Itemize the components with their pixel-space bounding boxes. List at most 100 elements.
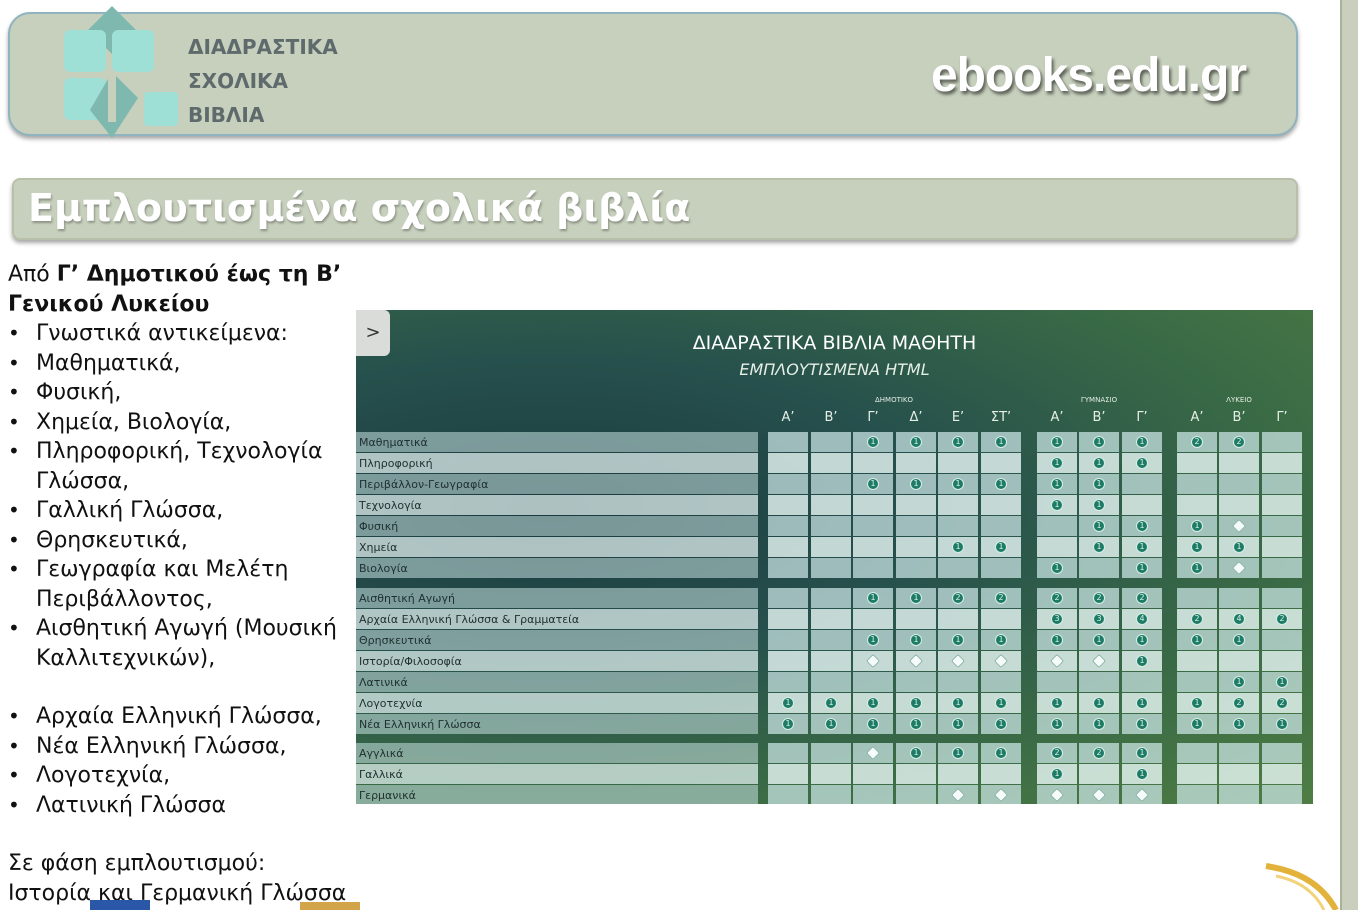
book-count-mark[interactable]: 1: [1093, 499, 1105, 511]
book-count-mark[interactable]: 1: [952, 697, 964, 709]
book-count-mark[interactable]: 1: [1093, 634, 1105, 646]
book-count-mark[interactable]: 1: [1051, 436, 1063, 448]
book-count-mark[interactable]: 1: [782, 697, 794, 709]
book-count-mark[interactable]: 2: [995, 592, 1007, 604]
book-count-mark[interactable]: 1: [1233, 676, 1245, 688]
book-count-mark[interactable]: 1: [867, 436, 879, 448]
book-count-mark[interactable]: 1: [995, 718, 1007, 730]
book-count-mark[interactable]: 1: [1136, 541, 1148, 553]
book-count-mark[interactable]: 1: [910, 592, 922, 604]
book-count-mark[interactable]: 2: [1136, 592, 1148, 604]
book-count-mark[interactable]: 1: [910, 634, 922, 646]
book-count-mark[interactable]: 1: [1136, 655, 1148, 667]
book-count-mark[interactable]: 2: [1191, 436, 1203, 448]
book-count-mark[interactable]: 2: [1276, 613, 1288, 625]
book-count-mark[interactable]: 2: [1051, 747, 1063, 759]
book-count-mark[interactable]: 2: [1191, 613, 1203, 625]
book-count-mark[interactable]: 1: [1233, 718, 1245, 730]
pending-mark-icon[interactable]: [1231, 560, 1247, 576]
book-count-mark[interactable]: 1: [1093, 697, 1105, 709]
book-count-mark[interactable]: 4: [1136, 613, 1148, 625]
book-count-mark[interactable]: 1: [1093, 718, 1105, 730]
book-count-mark[interactable]: 1: [1276, 676, 1288, 688]
book-count-mark[interactable]: 1: [1051, 562, 1063, 574]
book-count-mark[interactable]: 1: [1051, 634, 1063, 646]
book-count-mark[interactable]: 1: [1136, 436, 1148, 448]
book-count-mark[interactable]: 1: [1136, 634, 1148, 646]
book-count-mark[interactable]: 3: [1051, 613, 1063, 625]
book-count-mark[interactable]: 1: [1191, 520, 1203, 532]
book-count-mark[interactable]: 1: [910, 697, 922, 709]
book-count-mark[interactable]: 3: [1093, 613, 1105, 625]
book-count-mark[interactable]: 1: [867, 634, 879, 646]
book-count-mark[interactable]: 1: [995, 747, 1007, 759]
book-count-mark[interactable]: 2: [1233, 697, 1245, 709]
book-count-mark[interactable]: 1: [1136, 718, 1148, 730]
book-count-mark[interactable]: 1: [1233, 541, 1245, 553]
book-count-mark[interactable]: 1: [952, 747, 964, 759]
book-count-mark[interactable]: 1: [910, 478, 922, 490]
book-count-mark[interactable]: 1: [1276, 718, 1288, 730]
book-count-mark[interactable]: 1: [952, 718, 964, 730]
pending-mark-icon[interactable]: [1231, 518, 1247, 534]
pending-mark-icon[interactable]: [1134, 787, 1150, 803]
book-count-mark[interactable]: 1: [782, 718, 794, 730]
book-count-mark[interactable]: 1: [867, 697, 879, 709]
site-url-link[interactable]: ebooks.edu.gr: [931, 48, 1247, 103]
book-count-mark[interactable]: 1: [952, 541, 964, 553]
pending-mark-icon[interactable]: [865, 745, 881, 761]
book-count-mark[interactable]: 1: [867, 592, 879, 604]
book-count-mark[interactable]: 1: [995, 697, 1007, 709]
book-count-mark[interactable]: 1: [1051, 457, 1063, 469]
book-count-mark[interactable]: 1: [910, 718, 922, 730]
book-count-mark[interactable]: 1: [952, 478, 964, 490]
book-count-mark[interactable]: 1: [1051, 768, 1063, 780]
book-count-mark[interactable]: 4: [1233, 613, 1245, 625]
book-count-mark[interactable]: 1: [1233, 634, 1245, 646]
pending-mark-icon[interactable]: [950, 787, 966, 803]
book-count-mark[interactable]: 1: [995, 541, 1007, 553]
book-count-mark[interactable]: 1: [1136, 562, 1148, 574]
book-count-mark[interactable]: 1: [910, 747, 922, 759]
book-count-mark[interactable]: 1: [1051, 499, 1063, 511]
pending-mark-icon[interactable]: [1091, 787, 1107, 803]
pending-mark-icon[interactable]: [950, 653, 966, 669]
book-count-mark[interactable]: 1: [995, 436, 1007, 448]
book-count-mark[interactable]: 1: [1136, 697, 1148, 709]
book-count-mark[interactable]: 1: [1093, 436, 1105, 448]
book-count-mark[interactable]: 2: [1276, 697, 1288, 709]
book-count-mark[interactable]: 1: [1093, 457, 1105, 469]
book-count-mark[interactable]: 2: [1093, 747, 1105, 759]
book-count-mark[interactable]: 1: [1191, 634, 1203, 646]
book-count-mark[interactable]: 1: [1191, 562, 1203, 574]
book-count-mark[interactable]: 1: [1093, 478, 1105, 490]
book-count-mark[interactable]: 1: [1136, 768, 1148, 780]
book-count-mark[interactable]: 1: [910, 436, 922, 448]
book-count-mark[interactable]: 1: [825, 718, 837, 730]
pending-mark-icon[interactable]: [993, 653, 1009, 669]
book-count-mark[interactable]: 1: [952, 436, 964, 448]
book-count-mark[interactable]: 2: [1051, 592, 1063, 604]
pending-mark-icon[interactable]: [865, 653, 881, 669]
book-count-mark[interactable]: 2: [1233, 436, 1245, 448]
pending-mark-icon[interactable]: [908, 653, 924, 669]
book-count-mark[interactable]: 1: [1191, 541, 1203, 553]
book-count-mark[interactable]: 1: [995, 634, 1007, 646]
book-count-mark[interactable]: 1: [952, 634, 964, 646]
book-count-mark[interactable]: 1: [1093, 520, 1105, 532]
book-count-mark[interactable]: 1: [867, 478, 879, 490]
book-count-mark[interactable]: 1: [825, 697, 837, 709]
book-count-mark[interactable]: 1: [1136, 457, 1148, 469]
book-count-mark[interactable]: 1: [1136, 520, 1148, 532]
book-count-mark[interactable]: 1: [1191, 718, 1203, 730]
pending-mark-icon[interactable]: [1049, 653, 1065, 669]
book-count-mark[interactable]: 1: [867, 718, 879, 730]
pending-mark-icon[interactable]: [993, 787, 1009, 803]
book-count-mark[interactable]: 1: [995, 478, 1007, 490]
book-count-mark[interactable]: 1: [1191, 697, 1203, 709]
book-count-mark[interactable]: 1: [1093, 541, 1105, 553]
book-count-mark[interactable]: 1: [1051, 697, 1063, 709]
book-count-mark[interactable]: 1: [1051, 718, 1063, 730]
pending-mark-icon[interactable]: [1091, 653, 1107, 669]
book-count-mark[interactable]: 2: [1093, 592, 1105, 604]
